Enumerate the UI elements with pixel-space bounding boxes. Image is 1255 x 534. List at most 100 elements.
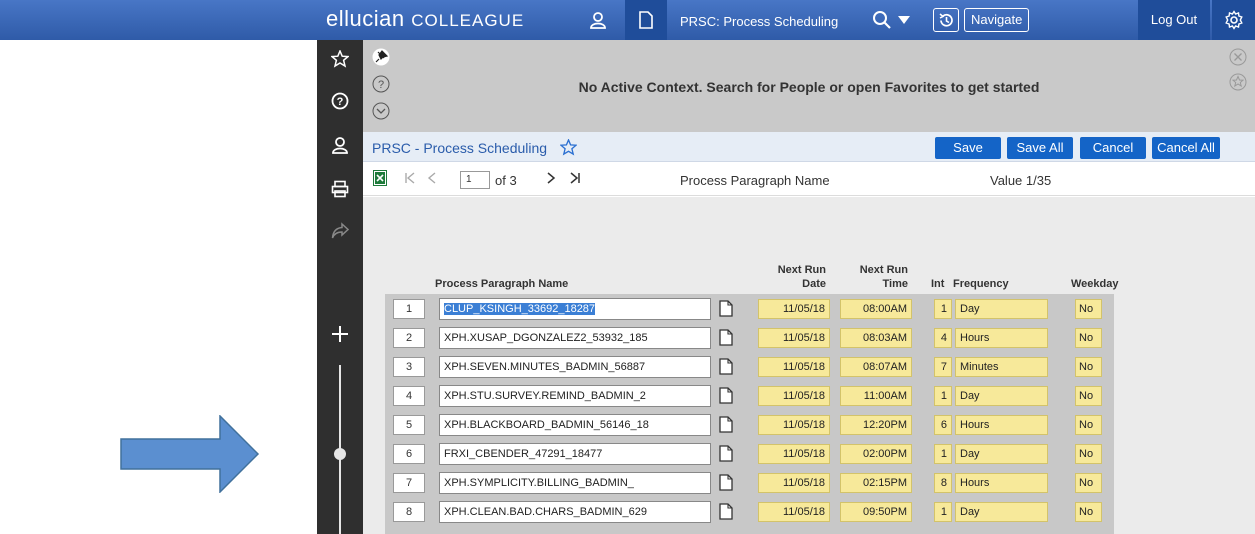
favorites-star-icon[interactable]	[331, 50, 349, 68]
next-run-date-field[interactable]: 11/05/18	[758, 473, 830, 493]
excel-export-icon[interactable]	[373, 170, 387, 186]
weekday-field[interactable]: No	[1075, 386, 1102, 406]
weekday-field[interactable]: No	[1075, 328, 1102, 348]
chevron-down-icon[interactable]	[372, 102, 390, 120]
next-run-time-field[interactable]: 11:00AM	[840, 386, 912, 406]
history-button[interactable]	[933, 8, 959, 32]
document-icon[interactable]	[719, 416, 733, 433]
process-name-field[interactable]: XPH.XUSAP_DGONZALEZ2_53932_185	[439, 327, 711, 349]
value-position-label: Value 1/35	[990, 173, 1052, 188]
next-run-date-field[interactable]: 11/05/18	[758, 386, 830, 406]
next-run-time-field[interactable]: 09:50PM	[840, 502, 912, 522]
logout-button[interactable]: Log Out	[1138, 0, 1210, 40]
frequency-field[interactable]: Day	[955, 502, 1048, 522]
save-all-button[interactable]: Save All	[1007, 137, 1073, 159]
settings-button[interactable]	[1212, 0, 1255, 40]
next-run-time-field[interactable]: 08:03AM	[840, 328, 912, 348]
interval-field[interactable]: 1	[934, 502, 952, 522]
frequency-field[interactable]: Day	[955, 444, 1048, 464]
interval-field[interactable]: 1	[934, 444, 952, 464]
next-run-date-field[interactable]: 11/05/18	[758, 328, 830, 348]
process-name-field[interactable]: XPH.CLEAN.BAD.CHARS_BADMIN_629	[439, 501, 711, 523]
weekday-field[interactable]: No	[1075, 444, 1102, 464]
document-icon[interactable]	[719, 474, 733, 491]
favorite-star-icon[interactable]	[560, 139, 577, 156]
next-run-date-field[interactable]: 11/05/18	[758, 299, 830, 319]
close-icon[interactable]	[1229, 48, 1247, 66]
interval-field[interactable]: 6	[934, 415, 952, 435]
print-icon[interactable]	[331, 180, 349, 198]
interval-field[interactable]: 7	[934, 357, 952, 377]
process-name-field[interactable]: XPH.BLACKBOARD_BADMIN_56146_18	[439, 414, 711, 436]
last-record-icon[interactable]	[569, 172, 581, 184]
frequency-field[interactable]: Day	[955, 386, 1048, 406]
next-run-time-field[interactable]: 02:15PM	[840, 473, 912, 493]
cancel-button[interactable]: Cancel	[1080, 137, 1146, 159]
column-header-next-run-date: Next Run Date	[777, 264, 826, 290]
next-run-date-field[interactable]: 11/05/18	[758, 357, 830, 377]
frequency-field[interactable]: Hours	[955, 415, 1048, 435]
interval-field[interactable]: 4	[934, 328, 952, 348]
table-row: 7 XPH.SYMPLICITY.BILLING_BADMIN_ 11/05/18 0…	[385, 472, 1114, 496]
next-run-date-field[interactable]: 11/05/18	[758, 415, 830, 435]
weekday-field[interactable]: No	[1075, 299, 1102, 319]
process-name-field[interactable]: FRXI_CBENDER_47291_18477	[439, 443, 711, 465]
next-run-time-field[interactable]: 12:20PM	[840, 415, 912, 435]
document-icon[interactable]	[719, 445, 733, 462]
help-icon[interactable]: ?	[331, 92, 349, 110]
document-icon[interactable]	[719, 300, 733, 317]
form-body: Process Paragraph Name Next Run Date Next…	[363, 197, 1255, 534]
process-name-field[interactable]: XPH.STU.SURVEY.REMIND_BADMIN_2	[439, 385, 711, 407]
active-form-tab[interactable]	[625, 0, 667, 40]
previous-record-icon[interactable]	[427, 172, 437, 184]
cancel-all-button[interactable]: Cancel All	[1152, 137, 1220, 159]
frequency-field[interactable]: Hours	[955, 328, 1048, 348]
document-icon[interactable]	[719, 387, 733, 404]
pin-icon[interactable]	[372, 48, 390, 66]
weekday-field[interactable]: No	[1075, 502, 1102, 522]
next-run-time-field[interactable]: 02:00PM	[840, 444, 912, 464]
row-number: 6	[393, 444, 425, 464]
process-schedule-grid: 1 CLUP_KSINGH_33692_18287 11/05/18 08:00AM 1…	[385, 294, 1114, 534]
frequency-field[interactable]: Minutes	[955, 357, 1048, 377]
frequency-field[interactable]: Hours	[955, 473, 1048, 493]
product-name: COLLEAGUE	[411, 11, 525, 30]
next-run-date-field[interactable]: 11/05/18	[758, 502, 830, 522]
next-record-icon[interactable]	[546, 172, 556, 184]
share-icon[interactable]	[331, 222, 349, 240]
zoom-in-icon[interactable]	[331, 325, 349, 343]
person-icon[interactable]	[331, 136, 349, 154]
table-row: 3 XPH.SEVEN.MINUTES_BADMIN_56887 11/05/18 0…	[385, 356, 1114, 380]
interval-field[interactable]: 1	[934, 386, 952, 406]
process-name-field[interactable]: CLUP_KSINGH_33692_18287	[439, 298, 711, 320]
document-icon[interactable]	[719, 329, 733, 346]
frequency-field[interactable]: Day	[955, 299, 1048, 319]
weekday-field[interactable]: No	[1075, 357, 1102, 377]
current-field-label: Process Paragraph Name	[680, 173, 830, 188]
document-icon[interactable]	[719, 358, 733, 375]
next-run-date-field[interactable]: 11/05/18	[758, 444, 830, 464]
save-button[interactable]: Save	[935, 137, 1001, 159]
weekday-field[interactable]: No	[1075, 415, 1102, 435]
first-record-icon[interactable]	[404, 172, 416, 184]
process-name-field[interactable]: XPH.SEVEN.MINUTES_BADMIN_56887	[439, 356, 711, 378]
interval-field[interactable]: 1	[934, 299, 952, 319]
current-form-title[interactable]: PRSC: Process Scheduling	[680, 14, 838, 29]
process-name-field[interactable]: XPH.SYMPLICITY.BILLING_BADMIN_	[439, 472, 711, 494]
search-icon[interactable]	[872, 10, 892, 30]
document-icon[interactable]	[719, 503, 733, 520]
interval-field[interactable]: 8	[934, 473, 952, 493]
weekday-field[interactable]: No	[1075, 473, 1102, 493]
zoom-slider-handle[interactable]	[334, 448, 346, 460]
process-name-text: XPH.SYMPLICITY.BILLING_BADMIN_	[444, 477, 634, 489]
next-run-time-field[interactable]: 08:00AM	[840, 299, 912, 319]
person-icon[interactable]	[588, 10, 608, 30]
row-number: 3	[393, 357, 425, 377]
process-name-text: XPH.XUSAP_DGONZALEZ2_53932_185	[444, 332, 648, 344]
favorite-star-icon[interactable]	[1229, 73, 1247, 91]
navigate-button[interactable]: Navigate	[964, 8, 1030, 32]
next-run-time-field[interactable]: 08:07AM	[840, 357, 912, 377]
page-number-input[interactable]: 1	[460, 171, 490, 189]
chevron-down-icon[interactable]	[898, 16, 910, 24]
screen: ellucian COLLEAGUE PRSC: Process Schedul…	[0, 0, 1255, 534]
